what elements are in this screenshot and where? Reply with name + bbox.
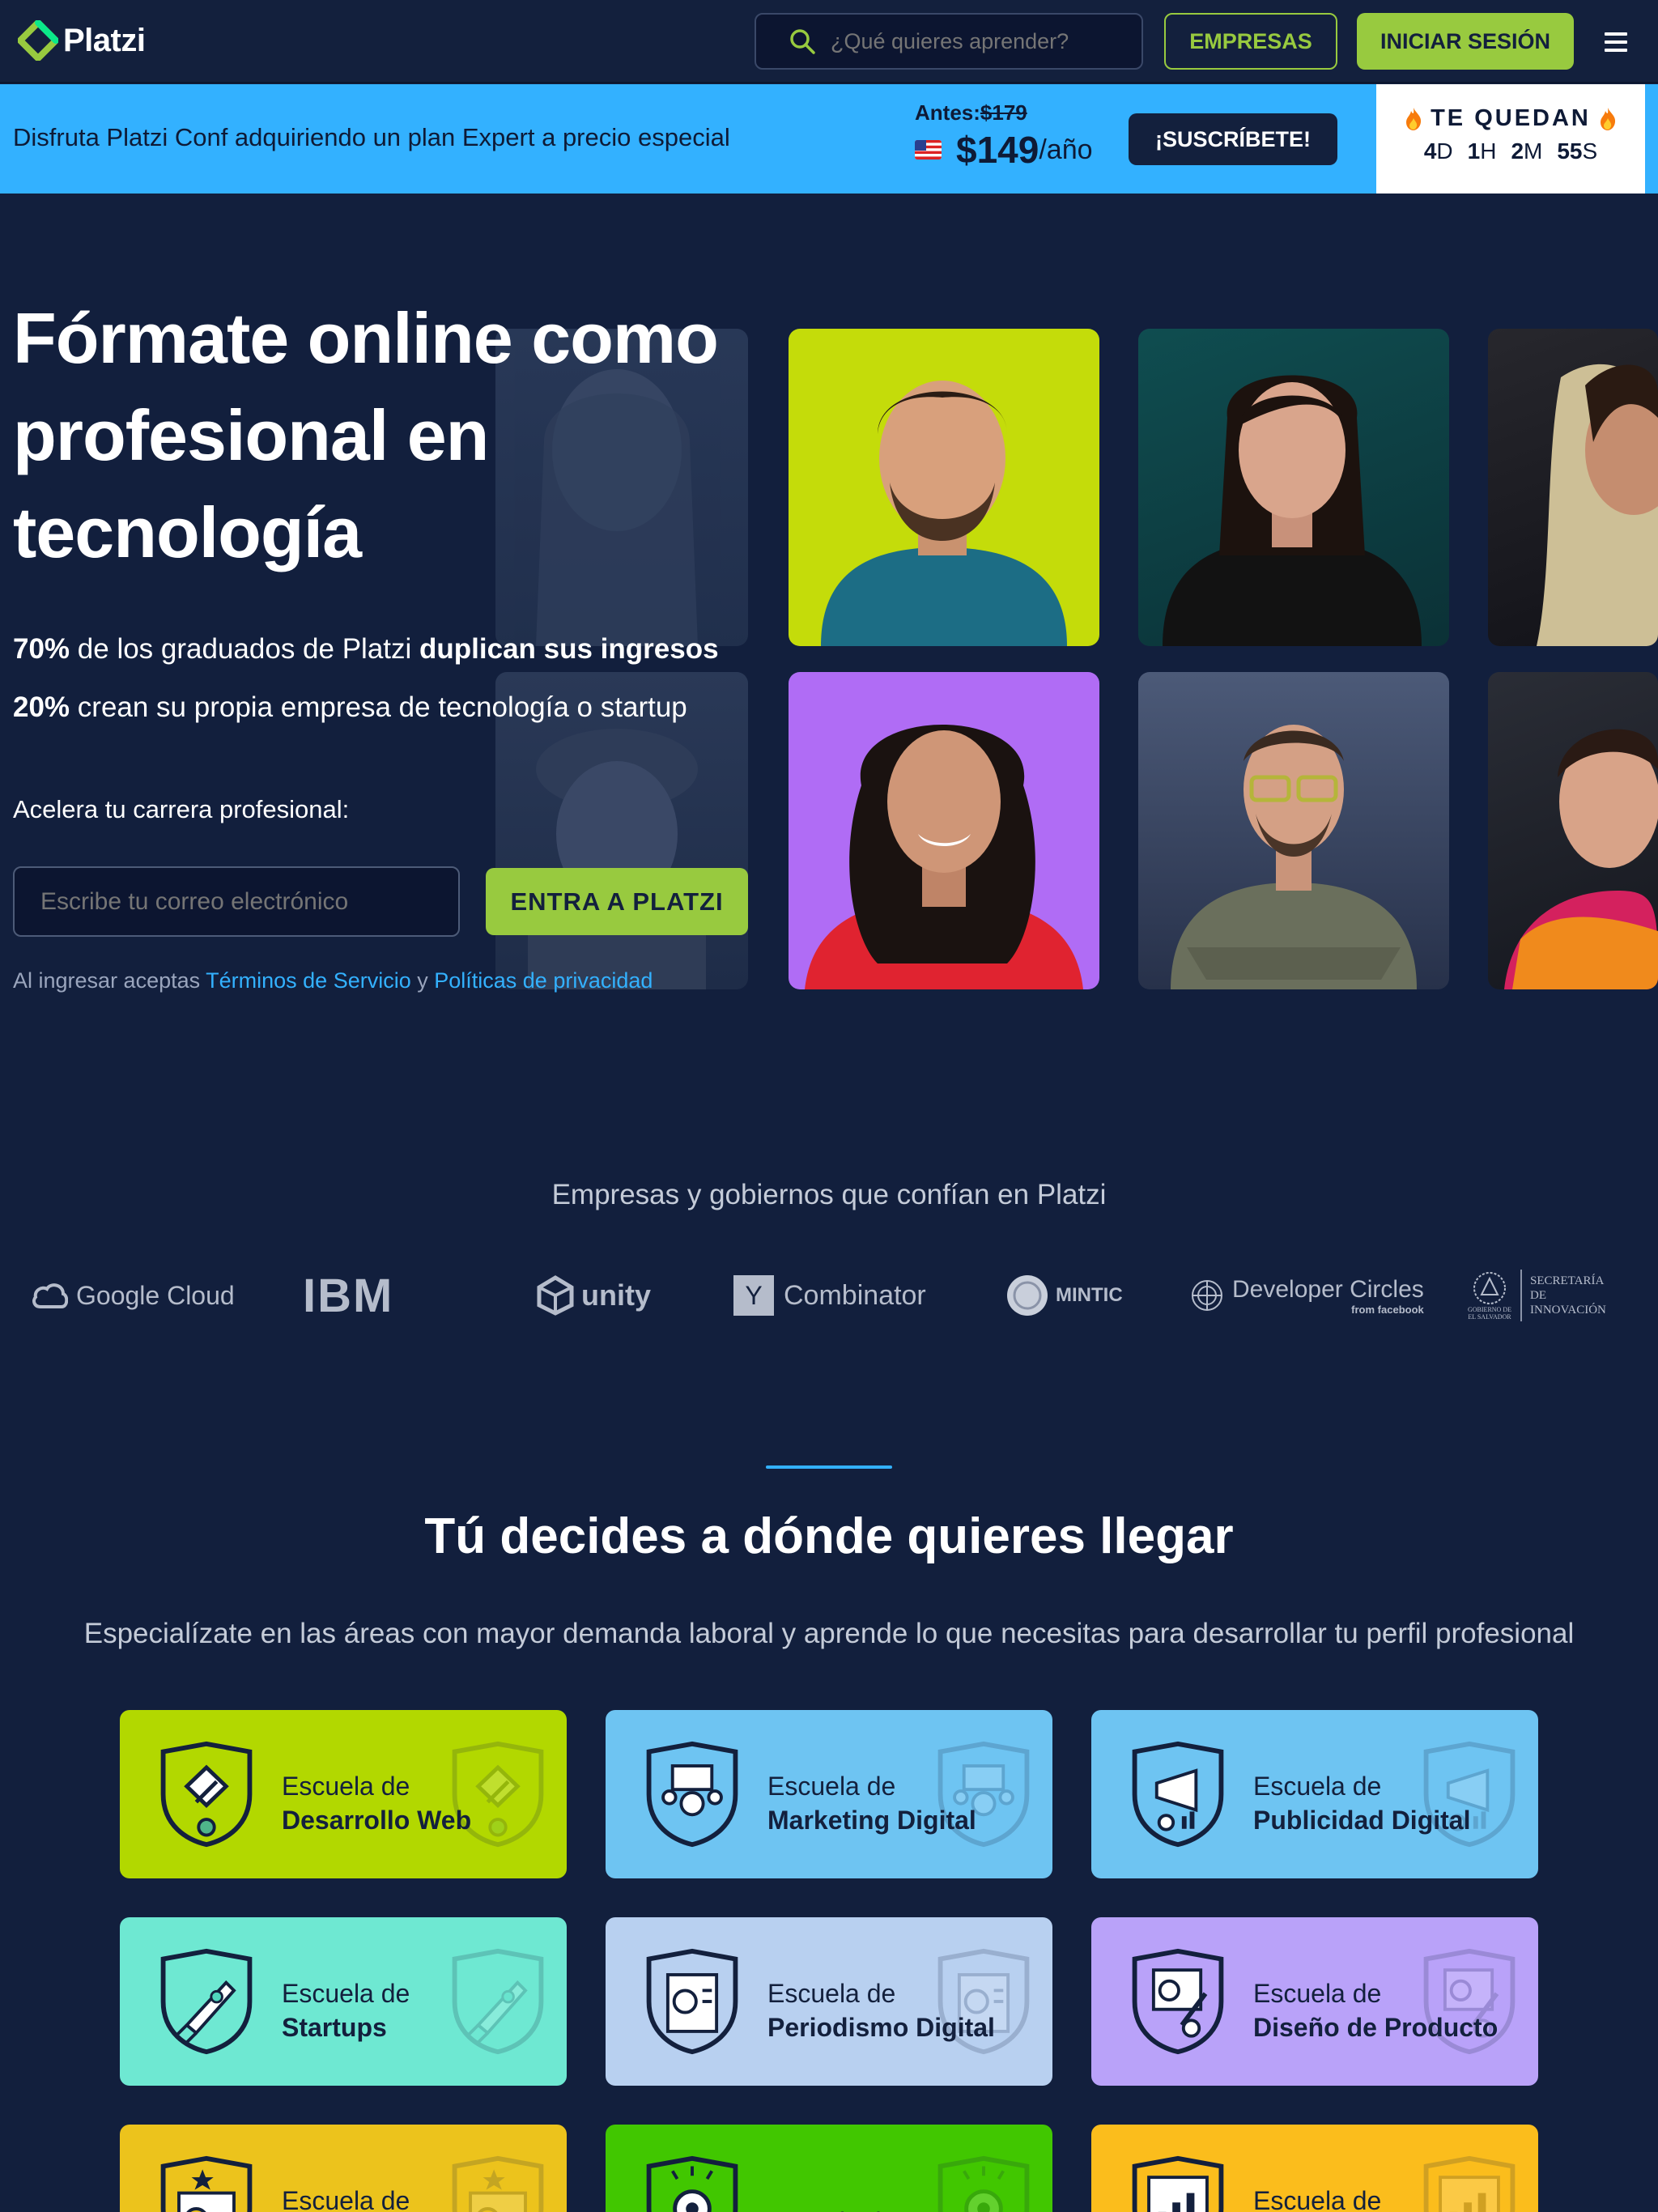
school-gear-icon	[646, 2155, 738, 2212]
search-icon	[790, 29, 815, 54]
countdown-days: 4D	[1423, 138, 1453, 164]
school-prefix: Escuela de	[767, 1979, 896, 2008]
price-amount: $149	[956, 129, 1039, 171]
school-name: Periodismo Digital	[767, 2013, 995, 2042]
ibm-logo: IBM	[303, 1269, 394, 1322]
platzi-logo[interactable]: Platzi	[18, 16, 146, 65]
school-marketing-icon	[646, 1741, 738, 1848]
teacher-photo	[789, 329, 1099, 646]
terms-link[interactable]: Términos de Servicio	[206, 968, 411, 993]
unity-icon	[537, 1275, 574, 1316]
developer-circles-logo: Developer Circles from facebook	[1190, 1263, 1424, 1328]
countdown-title: TE QUEDAN	[1376, 105, 1645, 132]
school-name: Desarrollo Web	[282, 1806, 472, 1835]
school-prefix: Escuela de	[282, 1979, 410, 2008]
schools-title: Tú decides a dónde quieres llegar	[424, 1508, 1234, 1564]
mintic-seal-icon	[1007, 1275, 1048, 1316]
school-prefix: Escuela de	[282, 1772, 410, 1801]
email-field[interactable]	[40, 887, 437, 916]
school-card[interactable]: Escuela de Startups	[120, 1917, 567, 2086]
countdown-minutes: 2M	[1511, 138, 1543, 164]
email-field-box[interactable]	[13, 866, 460, 937]
school-prefix: Escuela de	[767, 1772, 896, 1801]
school-prefix: Escuela de	[767, 2207, 895, 2212]
unity-logo: unity	[534, 1263, 651, 1328]
ycombinator-logo: Y Combinator	[733, 1263, 926, 1328]
teacher-photo	[1488, 329, 1658, 646]
school-card[interactable]: Escuela de Diseño de Producto	[1091, 1917, 1538, 2086]
menu-icon[interactable]	[1605, 32, 1627, 52]
price-now: $149/año	[915, 128, 1093, 172]
school-diseno-icon	[1132, 1948, 1224, 2055]
enter-platzi-button[interactable]: ENTRA A PLATZI	[486, 868, 748, 935]
us-flag-icon	[915, 140, 942, 160]
platzi-logo-icon	[18, 20, 58, 61]
school-web-icon	[160, 1741, 253, 1848]
countdown-hours: 1H	[1467, 138, 1497, 164]
section-divider	[766, 1465, 892, 1469]
price-before: Antes:$179	[915, 100, 1027, 125]
privacy-link[interactable]: Políticas de privacidad	[434, 968, 653, 993]
countdown-seconds: 55S	[1557, 138, 1598, 164]
school-watermark-icon	[452, 1948, 544, 2055]
school-periodismo-icon	[646, 1948, 738, 2055]
school-card[interactable]: Escuela de Periodismo Digital	[606, 1917, 1052, 2086]
school-card[interactable]: Escuela de Desarrollo Web	[120, 1710, 567, 1878]
accelerate-label: Acelera tu carrera profesional:	[13, 795, 350, 823]
subscribe-button[interactable]: ¡SUSCRÍBETE!	[1129, 113, 1337, 165]
school-card[interactable]: Escuela deFinanzas e	[1091, 2125, 1538, 2212]
hero-title: Fórmate online como profesional en tecno…	[13, 298, 719, 572]
el-salvador-innovation-logo: GOBIERNO DE EL SALVADOR SECRETARÍA DE IN…	[1467, 1263, 1619, 1328]
teacher-photo	[1138, 672, 1449, 989]
school-prefix: Escuela de	[1253, 1772, 1382, 1801]
mintic-logo: MINTIC	[1005, 1263, 1123, 1328]
teacher-photo	[1488, 672, 1658, 989]
companies-title: Empresas y gobiernos que confían en Plat…	[551, 1179, 1107, 1210]
school-name: Publicidad Digital	[1253, 1806, 1471, 1835]
top-nav: Platzi EMPRESAS INICIAR SESIÓN	[0, 0, 1658, 83]
school-prefix: Escuela de	[282, 2186, 410, 2212]
school-card[interactable]: Escuela de	[606, 2125, 1052, 2212]
school-name: Marketing Digital	[767, 1806, 976, 1835]
school-startups-icon	[160, 1948, 253, 2055]
company-logos: Google Cloud IBM unity Y Combinator MINT…	[0, 1263, 1658, 1328]
countdown-box: TE QUEDAN 4D 1H 2M 55S	[1376, 84, 1645, 194]
school-watermark-icon	[452, 2155, 544, 2212]
stat-income: 70% de los graduados de Platzi duplican …	[13, 633, 719, 665]
school-name: Startups	[282, 2013, 387, 2042]
school-prefix: Escuela de	[1253, 1979, 1382, 2008]
price-period: /año	[1039, 134, 1093, 165]
school-prefix: Escuela de	[1253, 2186, 1382, 2212]
school-business-icon	[160, 2155, 253, 2212]
school-watermark-icon	[1423, 2155, 1516, 2212]
logo-text: Platzi	[63, 22, 146, 58]
schools-subtitle: Especialízate en las áreas con mayor dem…	[83, 1618, 1575, 1649]
price-before-value: $179	[980, 100, 1027, 125]
cloud-icon	[32, 1283, 68, 1308]
teacher-photo	[789, 672, 1099, 989]
empresas-button[interactable]: EMPRESAS	[1164, 13, 1337, 70]
login-button[interactable]: INICIAR SESIÓN	[1357, 13, 1574, 70]
school-finanzas-icon	[1132, 2155, 1224, 2212]
search-box[interactable]	[755, 13, 1143, 70]
promo-text: Disfruta Platzi Conf adquiriendo un plan…	[13, 123, 730, 151]
circles-icon	[1192, 1280, 1222, 1311]
school-card[interactable]: Escuela de Publicidad Digital	[1091, 1710, 1538, 1878]
fire-icon	[1600, 107, 1615, 130]
school-publicidad-icon	[1132, 1741, 1224, 1848]
school-watermark-icon	[937, 2155, 1030, 2212]
school-card[interactable]: Escuela de Marketing Digital	[606, 1710, 1052, 1878]
search-input[interactable]	[831, 28, 1122, 54]
countdown-values: 4D 1H 2M 55S	[1376, 138, 1645, 164]
stat-startup: 20% crean su propia empresa de tecnologí…	[13, 691, 687, 723]
school-card[interactable]: Escuela deBusiness	[120, 2125, 567, 2212]
teacher-photo	[1138, 329, 1449, 646]
school-name: Diseño de Producto	[1253, 2013, 1499, 2042]
fire-icon	[1406, 107, 1422, 130]
terms-text: Al ingresar aceptas Términos de Servicio…	[13, 968, 653, 993]
google-cloud-logo: Google Cloud	[31, 1263, 235, 1328]
seal-icon	[1473, 1272, 1506, 1304]
